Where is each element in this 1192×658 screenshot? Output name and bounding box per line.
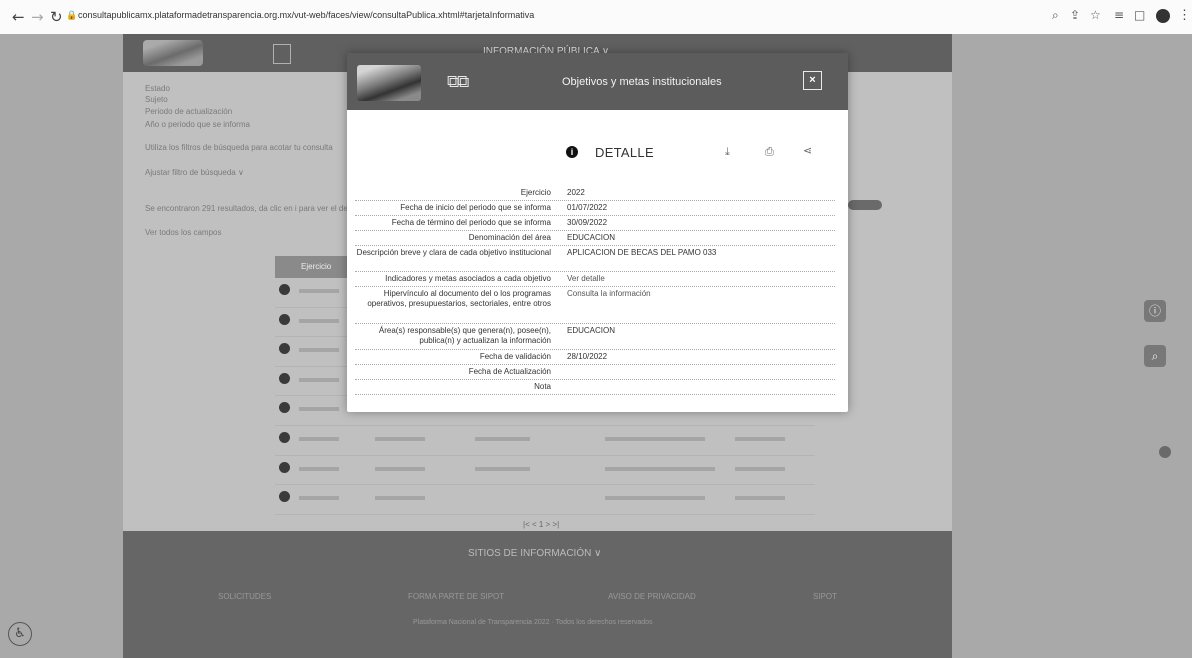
detail-row: Hipervínculo al documento del o los prog… [355, 287, 835, 324]
info-icon[interactable] [279, 431, 290, 443]
forward-icon[interactable]: → [31, 8, 44, 26]
detail-rows: Ejercicio 2022 Fecha de inicio del perio… [355, 186, 835, 395]
detail-value: 30/09/2022 [567, 218, 608, 227]
detail-label: Área(s) responsable(s) que genera(n), po… [378, 326, 551, 345]
detail-row: Fecha de término del periodo que se info… [355, 216, 835, 231]
results-count: Se encontraron 291 resultados, da clic e… [145, 204, 363, 213]
info-icon: i [566, 146, 578, 158]
tab-window-icon[interactable]: □ [1134, 8, 1145, 22]
modal-header: ⧉⧉ Objetivos y metas institucionales × [347, 53, 848, 110]
detail-label: Nota [534, 382, 551, 391]
footer: SITIOS DE INFORMACIÓN ∨ SOLICITUDES FORM… [123, 531, 952, 658]
table-row [275, 485, 815, 515]
footer-link-forma-parte[interactable]: FORMA PARTE DE SIPOT [408, 592, 504, 601]
help-dot-icon[interactable] [1159, 446, 1171, 458]
detail-row: Denominación del área EDUCACION [355, 231, 835, 246]
detail-title: DETALLE [595, 145, 654, 160]
view-all-fields-link[interactable]: Ver todos los campos [145, 228, 221, 237]
detail-row: Nota [355, 380, 835, 395]
detail-row: Fecha de inicio del periodo que se infor… [355, 201, 835, 216]
footer-title[interactable]: SITIOS DE INFORMACIÓN ∨ [468, 548, 601, 559]
detail-row: Indicadores y metas asociados a cada obj… [355, 272, 835, 287]
footer-link-privacidad[interactable]: AVISO DE PRIVACIDAD [608, 592, 696, 601]
share-icon[interactable]: ⋖ [803, 144, 812, 157]
info-icon[interactable] [279, 343, 290, 355]
detail-row: Área(s) responsable(s) que genera(n), po… [355, 324, 835, 350]
info-icon[interactable] [279, 461, 290, 473]
browser-toolbar: ← → ↻ 🔒 consultapublicamx.plataformadetr… [0, 0, 1192, 34]
download-icon[interactable]: ⤓ [725, 145, 730, 159]
detail-label: Fecha de término del periodo que se info… [391, 218, 551, 227]
print-icon[interactable]: ⎙ [765, 145, 774, 159]
detail-modal: ⧉⧉ Objetivos y metas institucionales × i… [347, 53, 848, 412]
detail-value: 01/07/2022 [567, 203, 608, 212]
info-icon[interactable] [279, 402, 290, 414]
bookmark-star-icon[interactable]: ☆ [1090, 8, 1101, 22]
detail-value: EDUCACION [567, 326, 616, 335]
footer-link-sipot[interactable]: SIPOT [813, 592, 837, 601]
share-page-icon[interactable]: ⇪ [1070, 8, 1080, 22]
detail-label: Descripción breve y clara de cada objeti… [356, 248, 551, 257]
filter-label-anio: Año o periodo que se informa [145, 120, 250, 129]
search-float-icon[interactable]: ⌕ [1144, 345, 1166, 367]
filter-label-sujeto: Sujeto [145, 95, 168, 104]
table-row [275, 456, 815, 486]
info-icon[interactable] [279, 372, 290, 384]
reading-list-icon[interactable]: ≡ [1114, 8, 1124, 22]
detail-label: Fecha de Actualización [468, 367, 551, 376]
footer-link-solicitudes[interactable]: SOLICITUDES [218, 592, 271, 601]
puzzle-icon: ⧉⧉ [447, 72, 469, 92]
toggle-pill[interactable] [848, 200, 882, 210]
detail-value: EDUCACION [567, 233, 616, 242]
detail-label: Fecha de inicio del periodo que se infor… [400, 203, 551, 212]
back-icon[interactable]: ← [12, 8, 25, 26]
pnt-logo [143, 40, 203, 66]
detail-label: Denominación del área [468, 233, 551, 242]
adjust-filter-link[interactable]: Ajustar filtro de búsqueda ∨ [145, 168, 244, 177]
view-detail-link[interactable]: Ver detalle [567, 274, 605, 284]
detail-label: Hipervínculo al documento del o los prog… [367, 289, 551, 308]
info-icon[interactable] [279, 313, 290, 325]
detail-label: Indicadores y metas asociados a cada obj… [385, 274, 551, 283]
modal-title: Objetivos y metas institucionales [562, 76, 722, 88]
pagination[interactable]: |< < 1 > >| [523, 520, 559, 529]
detail-row: Fecha de Actualización [355, 365, 835, 380]
detail-value: APLICACION DE BECAS DEL PAMO 033 [567, 248, 717, 257]
profile-avatar[interactable] [1156, 9, 1170, 23]
detail-label: Fecha de validación [479, 352, 551, 361]
detail-row: Descripción breve y clara de cada objeti… [355, 246, 835, 272]
info-float-icon[interactable]: ⓘ [1144, 300, 1166, 322]
close-button[interactable]: × [803, 71, 822, 90]
lock-icon[interactable]: 🔒 [66, 10, 77, 21]
reload-icon[interactable]: ↻ [50, 8, 63, 26]
detail-value: 2022 [567, 188, 585, 197]
browser-menu-icon[interactable]: ⋮ [1178, 7, 1191, 23]
detail-label: Ejercicio [520, 188, 551, 197]
address-bar[interactable]: consultapublicamx.plataformadetransparen… [78, 10, 534, 20]
filter-label-estado: Estado [145, 84, 170, 93]
zoom-icon[interactable]: ⌕ [1052, 8, 1059, 23]
consult-info-link[interactable]: Consulta la información [567, 289, 651, 299]
detail-value: 28/10/2022 [567, 352, 608, 361]
info-icon[interactable] [279, 491, 290, 503]
puzzle-icon [273, 44, 291, 64]
info-icon[interactable] [279, 284, 290, 295]
pnt-logo [357, 65, 421, 101]
accessibility-icon[interactable]: ♿ [8, 622, 32, 646]
table-row [275, 426, 815, 456]
filter-label-periodo: Periodo de actualización [145, 107, 233, 116]
detail-row: Fecha de validación 28/10/2022 [355, 350, 835, 365]
detail-row: Ejercicio 2022 [355, 186, 835, 201]
filter-hint: Utiliza los filtros de búsqueda para aco… [145, 143, 333, 152]
footer-copyright: Plataforma Nacional de Transparencia 202… [413, 619, 653, 626]
